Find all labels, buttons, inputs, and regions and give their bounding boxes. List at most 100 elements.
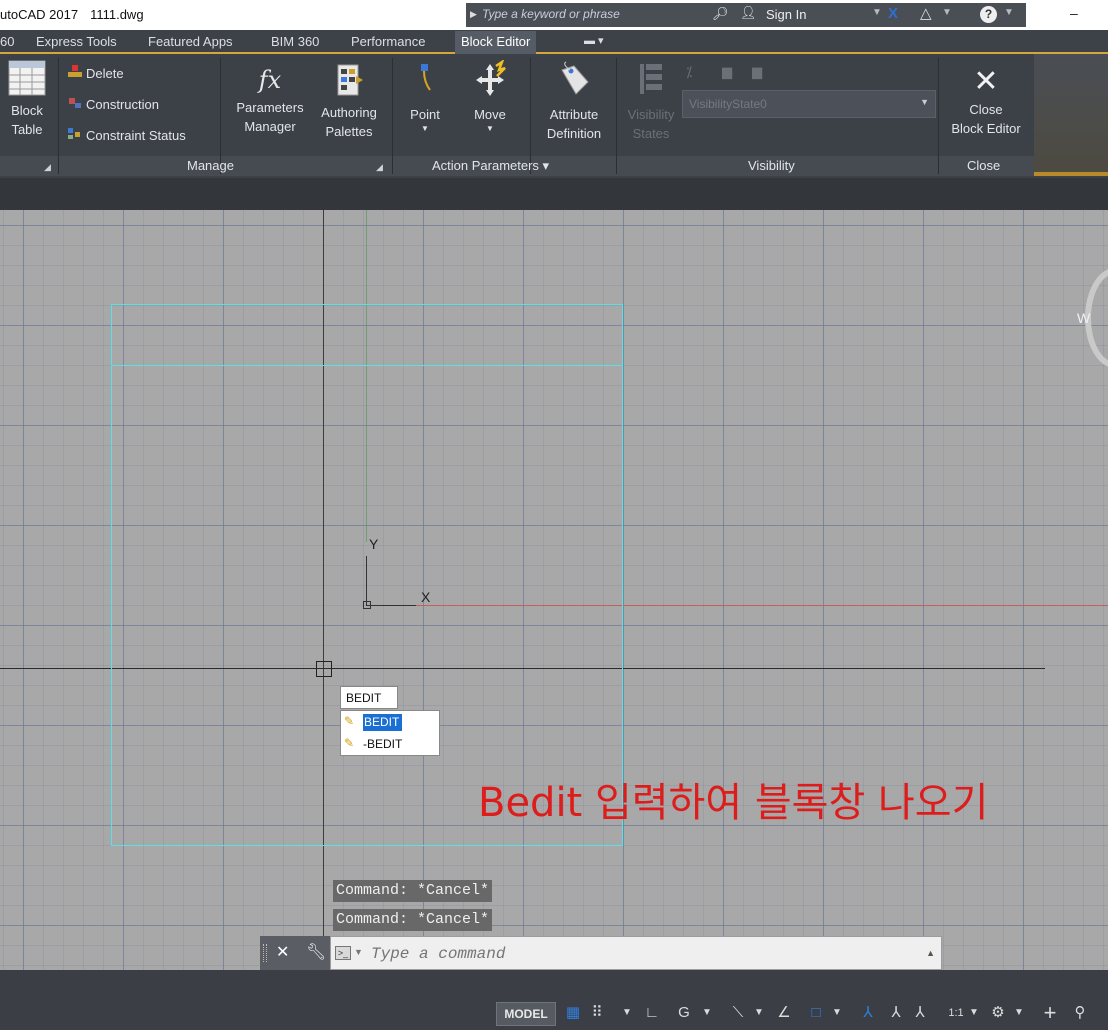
autocomplete-item-dash-bedit[interactable]: ✎ -BEDIT <box>341 733 439 755</box>
isodraft-icon[interactable]: ⟍ <box>726 1000 750 1026</box>
construction-button[interactable]: Construction <box>66 95 159 112</box>
parameters-manager-label-1: Parameters <box>236 100 304 115</box>
a360-icon[interactable]: △ <box>920 4 932 22</box>
help-dropdown-icon[interactable]: ▼ <box>1004 7 1014 18</box>
minimize-button[interactable]: – <box>1070 5 1078 21</box>
block-outline-rectangle[interactable] <box>111 304 623 846</box>
block-table-label-2: Table <box>11 122 43 137</box>
tab-express-tools[interactable]: Express Tools <box>36 34 117 49</box>
object-snap-icon[interactable]: □ <box>804 1000 828 1026</box>
separator <box>938 58 939 174</box>
grid-icon[interactable]: ▦ <box>562 1000 584 1026</box>
annotation-scale-icon[interactable]: ⅄ <box>908 1000 932 1026</box>
drag-grip-icon[interactable] <box>263 944 267 962</box>
block-table-icon <box>8 60 46 96</box>
user-icon: 👤︎ <box>740 5 757 20</box>
autocomplete-item-bedit[interactable]: ✎ BEDIT <box>341 711 439 733</box>
compass-west-label[interactable]: W <box>1077 310 1090 326</box>
make-visible-icon[interactable]: ▆ <box>722 64 732 80</box>
tab-featured-apps[interactable]: Featured Apps <box>148 34 233 49</box>
visibility-states-button[interactable]: Visibility States <box>620 60 682 143</box>
tab-bim-360[interactable]: BIM 360 <box>271 34 319 49</box>
scale-dropdown-icon[interactable]: ▼ <box>968 1000 980 1026</box>
dynamic-input-box[interactable]: BEDIT <box>340 686 398 709</box>
ribbon-display-toggle-icon[interactable]: ▬ ▾ <box>584 34 604 47</box>
command-input-box[interactable]: >_ ▼ ▲ <box>330 936 942 970</box>
file-tab-strip <box>0 178 1108 210</box>
object-snap-dropdown-icon[interactable]: ▼ <box>830 1000 844 1026</box>
block-table-button[interactable]: Block Table <box>4 60 50 139</box>
move-action-button[interactable]: Move ▼ <box>462 58 518 134</box>
a360-dropdown-icon[interactable]: ▼ <box>942 7 952 18</box>
command-history-toggle-icon[interactable]: ▲ <box>926 948 935 958</box>
help-icon[interactable]: ? <box>980 6 997 23</box>
tab-performance[interactable]: Performance <box>351 34 425 49</box>
close-icon[interactable]: ✕ <box>276 942 289 962</box>
sign-in-dropdown-icon[interactable]: ▼ <box>872 7 882 18</box>
panel-label-action-parameters[interactable]: Action Parameters ▾ <box>432 158 549 174</box>
separator <box>220 58 221 174</box>
visibility-state-select[interactable]: VisibilityState0 ▼ <box>682 90 936 118</box>
delete-label: Delete <box>86 66 124 81</box>
pencil-icon: ✎ <box>344 714 355 728</box>
polar-dropdown-icon[interactable]: ▼ <box>700 1000 714 1026</box>
annotation-scale-value[interactable]: 1:1 <box>944 1000 968 1026</box>
delete-button[interactable]: Delete <box>66 64 124 81</box>
point-parameter-icon <box>421 64 431 91</box>
tab-360[interactable]: 60 <box>0 34 14 49</box>
move-dropdown-icon[interactable]: ▼ <box>462 124 518 134</box>
block-header-line[interactable] <box>111 365 623 366</box>
wrench-icon[interactable]: 🔧︎ <box>306 942 326 962</box>
attribute-definition-label-2: Definition <box>546 126 602 141</box>
command-input[interactable] <box>371 943 911 965</box>
command-prompt-icon[interactable]: >_ <box>335 946 351 960</box>
auto-scale-icon[interactable]: ⅄ <box>884 1000 908 1026</box>
authoring-palettes-button[interactable]: Authoring Palettes <box>312 62 386 141</box>
snap-dropdown-icon[interactable]: ▼ <box>620 1000 634 1026</box>
object-snap-tracking-icon[interactable]: ∠ <box>772 1000 796 1026</box>
help-search-input[interactable]: ▶ Type a keyword or phrase <box>466 3 706 27</box>
command-line-handle[interactable]: ✕ 🔧︎ <box>260 936 330 970</box>
sign-in-button[interactable]: Sign In <box>766 7 806 22</box>
model-space-button[interactable]: MODEL <box>496 1002 556 1026</box>
ribbon-panel: Block Table ◢ Delete Construction Constr… <box>0 54 1108 178</box>
recent-commands-dropdown-icon[interactable]: ▼ <box>354 947 363 957</box>
constraint-status-button[interactable]: Constraint Status <box>66 126 186 143</box>
isolate-objects-icon[interactable]: ⚲ <box>1068 1000 1092 1026</box>
close-block-editor-button[interactable]: ✕ Close Block Editor <box>940 64 1032 138</box>
block-table-launcher-icon[interactable]: ◢ <box>44 162 51 173</box>
ortho-icon[interactable]: ∟ <box>640 1000 664 1026</box>
workspace-gear-icon[interactable]: ⚙ <box>988 1000 1008 1026</box>
visibility-states-label-2: States <box>632 126 670 141</box>
workspace-dropdown-icon[interactable]: ▼ <box>1012 1000 1026 1026</box>
isodraft-dropdown-icon[interactable]: ▼ <box>752 1000 766 1026</box>
exchange-apps-icon[interactable]: X <box>888 5 898 22</box>
point-parameter-button[interactable]: Point ▼ <box>400 62 450 134</box>
visibility-states-label-1: Visibility <box>627 107 675 122</box>
separator <box>616 58 617 174</box>
ribbon-edge <box>1034 54 1108 176</box>
file-name: 1111.dwg <box>90 7 144 22</box>
tab-block-editor[interactable]: Block Editor <box>455 31 537 54</box>
attribute-tag-icon <box>561 61 589 95</box>
search-expand-icon[interactable]: ▶ <box>470 9 477 20</box>
snap-icon[interactable]: ⠿ <box>586 1000 608 1026</box>
manage-launcher-icon[interactable]: ◢ <box>376 162 383 173</box>
point-dropdown-icon[interactable]: ▼ <box>400 124 450 134</box>
visibility-mode-icon[interactable]: ⁒ <box>686 64 692 81</box>
plus-icon[interactable]: + <box>1038 1000 1062 1026</box>
command-line: ✕ 🔧︎ >_ ▼ ▲ <box>260 936 942 970</box>
parameters-manager-button[interactable]: fx Parameters Manager <box>230 64 310 136</box>
authoring-palettes-label-2: Palettes <box>325 124 373 139</box>
ucs-origin-icon <box>363 601 371 609</box>
attribute-definition-button[interactable]: Attribute Definition <box>536 60 612 143</box>
binoculars-icon[interactable]: 🔎︎ <box>712 6 729 22</box>
make-invisible-icon[interactable]: ▆ <box>752 64 762 80</box>
point-label: Point <box>410 107 440 122</box>
autocomplete-list: ✎ BEDIT ✎ -BEDIT <box>340 710 440 756</box>
constraint-status-label: Constraint Status <box>86 128 186 143</box>
drawing-canvas[interactable]: Y X W BEDIT ✎ BEDIT ✎ -BEDIT Bedit 입력하여 … <box>0 210 1108 970</box>
title-bar: utoCAD 2017 1111.dwg ▶ Type a keyword or … <box>0 0 1108 30</box>
polar-tracking-icon[interactable]: G <box>672 1000 696 1026</box>
annotation-visibility-icon[interactable]: ⅄ <box>856 1000 880 1026</box>
